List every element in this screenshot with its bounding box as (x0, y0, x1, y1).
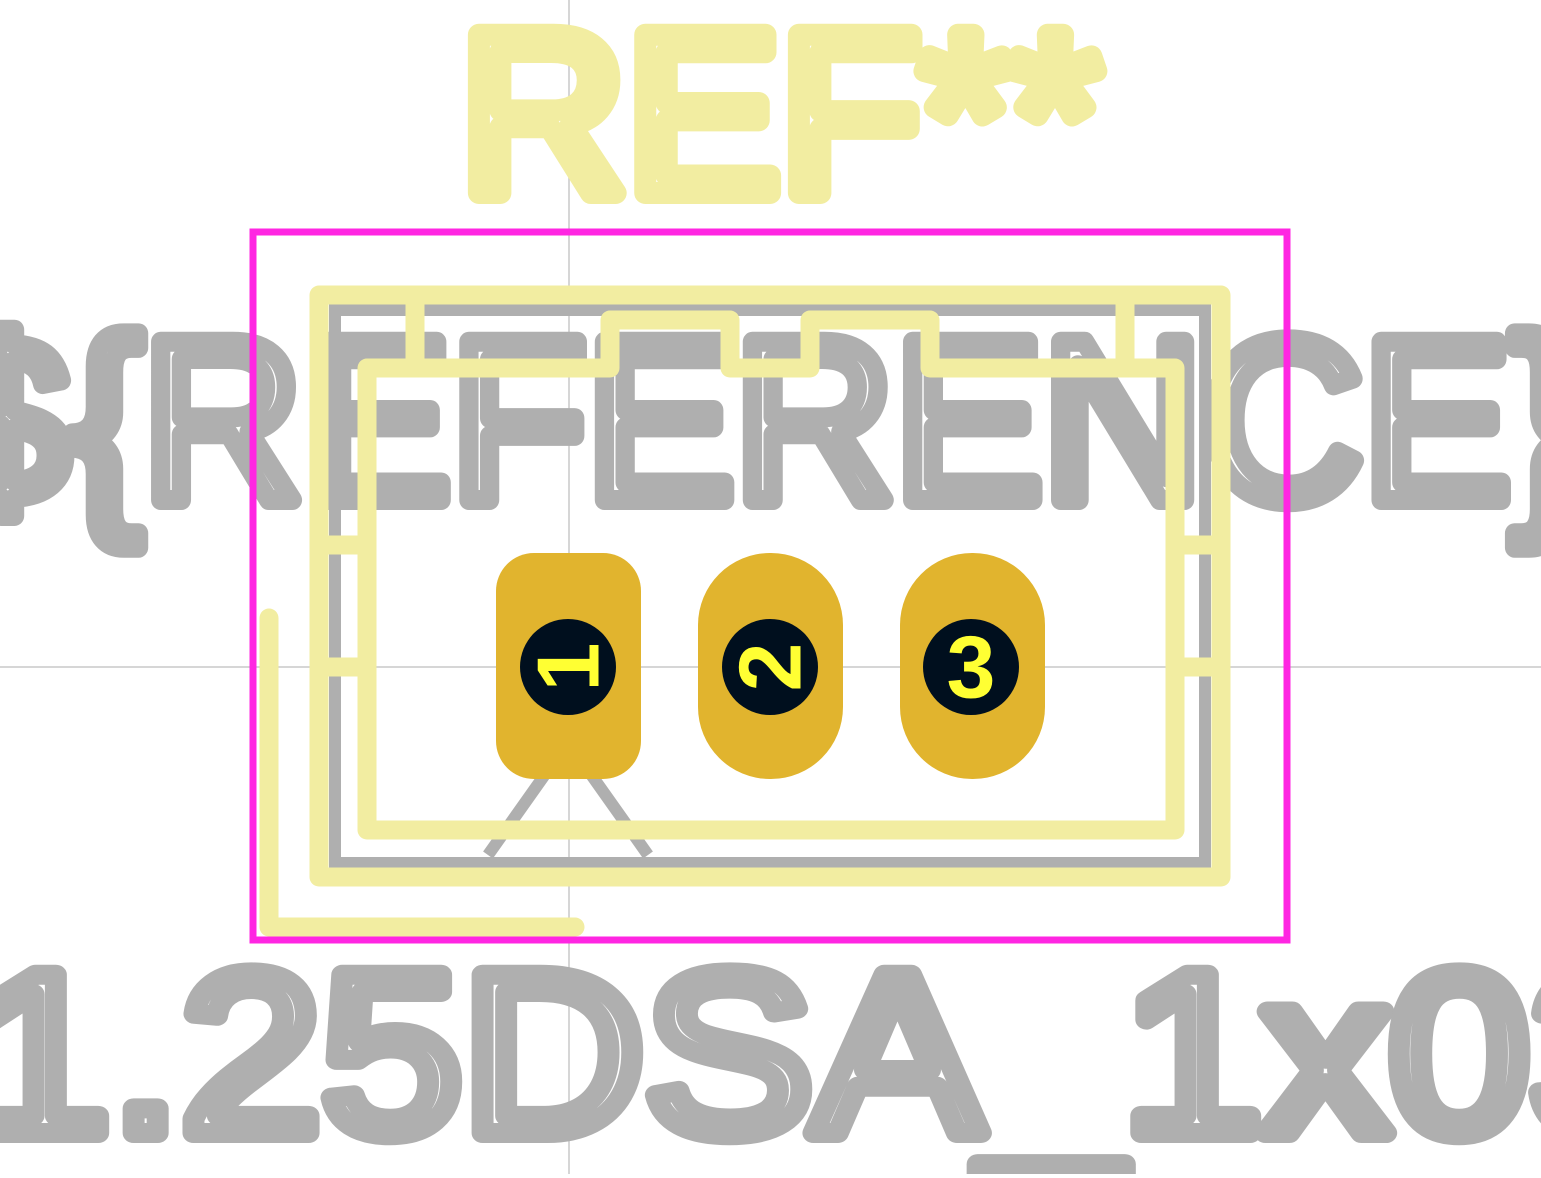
fab-value-text: 1.25DSA_1x03 (0, 925, 1541, 1174)
fab-reference-text: ${REFERENCE} (0, 292, 1541, 549)
silk-reference-text: REF** (460, 0, 1100, 242)
pad-3[interactable]: 3 (900, 553, 1045, 779)
footprint-canvas[interactable]: ${REFERENCE} 1.25DSA_1x03 REF** 1 2 3 (0, 0, 1541, 1178)
footprint-view: ${REFERENCE} 1.25DSA_1x03 REF** 1 2 3 (0, 0, 1541, 1178)
pad-2[interactable]: 2 (698, 553, 843, 779)
pad-2-number: 2 (721, 643, 820, 692)
pad-1-number: 1 (519, 643, 618, 692)
pad-3-number: 3 (947, 618, 996, 717)
pad-1[interactable]: 1 (496, 553, 641, 779)
